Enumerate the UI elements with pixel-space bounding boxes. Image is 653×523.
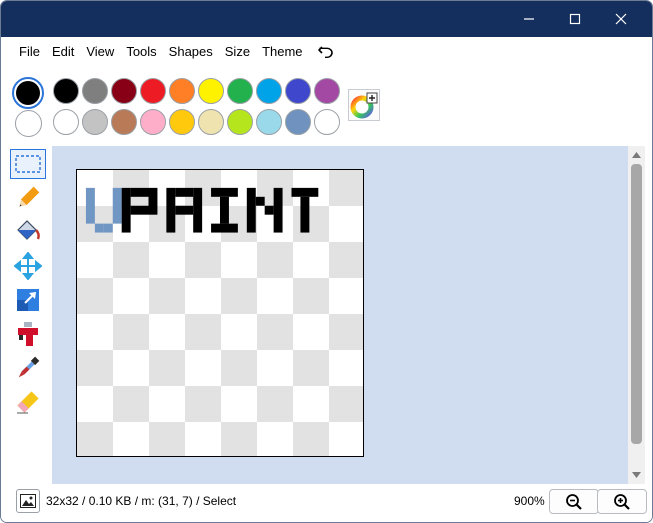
- palette-swatch[interactable]: [285, 78, 311, 104]
- spray-can-icon: [18, 322, 38, 346]
- vertical-scrollbar[interactable]: [628, 146, 645, 484]
- tool-pencil[interactable]: [10, 183, 46, 213]
- scroll-thumb[interactable]: [631, 164, 642, 444]
- palette-swatch[interactable]: [53, 78, 79, 104]
- image-icon: [20, 494, 36, 508]
- maximize-button[interactable]: [552, 1, 598, 37]
- move-arrows-icon: [14, 252, 42, 280]
- menu-file[interactable]: File: [13, 37, 46, 67]
- tool-eyedropper[interactable]: [10, 353, 46, 383]
- zoom-out-icon: [566, 493, 582, 510]
- logo-pixel: [85, 187, 95, 224]
- primary-color-swatch[interactable]: [12, 77, 44, 109]
- palette-swatch[interactable]: [285, 109, 311, 135]
- tool-resize[interactable]: [10, 285, 46, 315]
- undo-icon: [317, 46, 333, 59]
- zoom-in-icon: [614, 493, 630, 510]
- eyedropper-icon: [18, 356, 40, 378]
- status-bar: 32x32 / 0.10 KB / m: (31, 7) / Select 90…: [1, 484, 652, 522]
- resize-icon: [17, 289, 39, 311]
- color-wheel-icon: [350, 92, 378, 119]
- menu-view[interactable]: View: [80, 37, 120, 67]
- logo-pixel: [121, 187, 131, 233]
- tool-select[interactable]: [10, 149, 46, 179]
- palette-swatch[interactable]: [227, 78, 253, 104]
- zoom-level: 900%: [514, 494, 545, 508]
- menu-theme[interactable]: Theme: [256, 37, 308, 67]
- logo-pixel: [193, 187, 203, 233]
- logo-pixel: [175, 187, 194, 197]
- logo-pixel: [175, 205, 194, 215]
- palette-swatch[interactable]: [111, 109, 137, 135]
- pencil-icon: [19, 186, 40, 207]
- palette-swatch[interactable]: [111, 78, 137, 104]
- close-icon: [615, 13, 627, 25]
- tool-fill[interactable]: [10, 217, 46, 247]
- palette-swatch[interactable]: [314, 78, 340, 104]
- maximize-icon: [569, 13, 581, 25]
- palette-swatch[interactable]: [53, 109, 79, 135]
- menu-tools[interactable]: Tools: [120, 37, 162, 67]
- palette-swatch[interactable]: [256, 78, 282, 104]
- palette-swatch[interactable]: [314, 109, 340, 135]
- palette-swatch[interactable]: [140, 78, 166, 104]
- logo-pixel: [211, 187, 238, 197]
- status-info: 32x32 / 0.10 KB / m: (31, 7) / Select: [46, 494, 237, 508]
- logo-pixel: [300, 196, 310, 233]
- palette-swatch[interactable]: [140, 109, 166, 135]
- logo-pixel: [264, 205, 274, 215]
- app-window: File Edit View Tools Shapes Size Theme 3…: [0, 0, 653, 523]
- logo-pixel: [291, 187, 319, 197]
- logo-pixel: [166, 187, 176, 233]
- tool-spray[interactable]: [10, 319, 46, 349]
- menu-edit[interactable]: Edit: [46, 37, 80, 67]
- drawing-canvas[interactable]: [76, 169, 364, 457]
- menu-bar: File Edit View Tools Shapes Size Theme: [1, 37, 652, 67]
- palette-swatch[interactable]: [198, 78, 224, 104]
- eraser-icon: [17, 391, 39, 414]
- logo-pixel: [130, 187, 149, 197]
- secondary-color-swatch[interactable]: [15, 110, 42, 137]
- title-bar[interactable]: [1, 1, 652, 37]
- palette-swatch[interactable]: [82, 78, 108, 104]
- logo-pixel: [255, 196, 265, 206]
- logo-pixel: [130, 205, 149, 215]
- palette-swatch[interactable]: [169, 78, 195, 104]
- logo-pixel: [103, 223, 113, 233]
- logo-pixel: [246, 187, 256, 233]
- image-properties-button[interactable]: [16, 489, 40, 513]
- undo-button[interactable]: [315, 41, 337, 63]
- paint-bucket-icon: [17, 220, 40, 240]
- menu-shapes[interactable]: Shapes: [163, 37, 219, 67]
- vpaint-logo: [85, 187, 319, 233]
- zoom-in-button[interactable]: [597, 489, 647, 514]
- palette-swatch[interactable]: [82, 109, 108, 135]
- palette-swatch[interactable]: [256, 109, 282, 135]
- scroll-down-arrow[interactable]: [631, 470, 642, 480]
- zoom-out-button[interactable]: [549, 489, 599, 514]
- logo-pixel: [273, 187, 283, 233]
- palette-swatch[interactable]: [227, 109, 253, 135]
- tool-eraser[interactable]: [10, 387, 46, 417]
- logo-pixel: [220, 196, 229, 224]
- scroll-up-arrow[interactable]: [631, 150, 642, 160]
- primary-color-fill: [16, 81, 40, 105]
- canvas-workspace[interactable]: [52, 146, 628, 484]
- menu-size[interactable]: Size: [219, 37, 256, 67]
- minimize-button[interactable]: [506, 1, 552, 37]
- close-button[interactable]: [598, 1, 644, 37]
- palette-swatch[interactable]: [169, 109, 195, 135]
- tool-panel: [7, 149, 51, 479]
- logo-pixel: [94, 223, 104, 233]
- minimize-icon: [524, 18, 534, 20]
- color-picker-button[interactable]: [348, 89, 380, 121]
- tool-move[interactable]: [10, 251, 46, 281]
- select-rect-icon: [15, 155, 41, 173]
- logo-pixel: [112, 187, 122, 224]
- logo-pixel: [148, 187, 158, 215]
- logo-pixel: [211, 223, 238, 233]
- palette-swatch[interactable]: [198, 109, 224, 135]
